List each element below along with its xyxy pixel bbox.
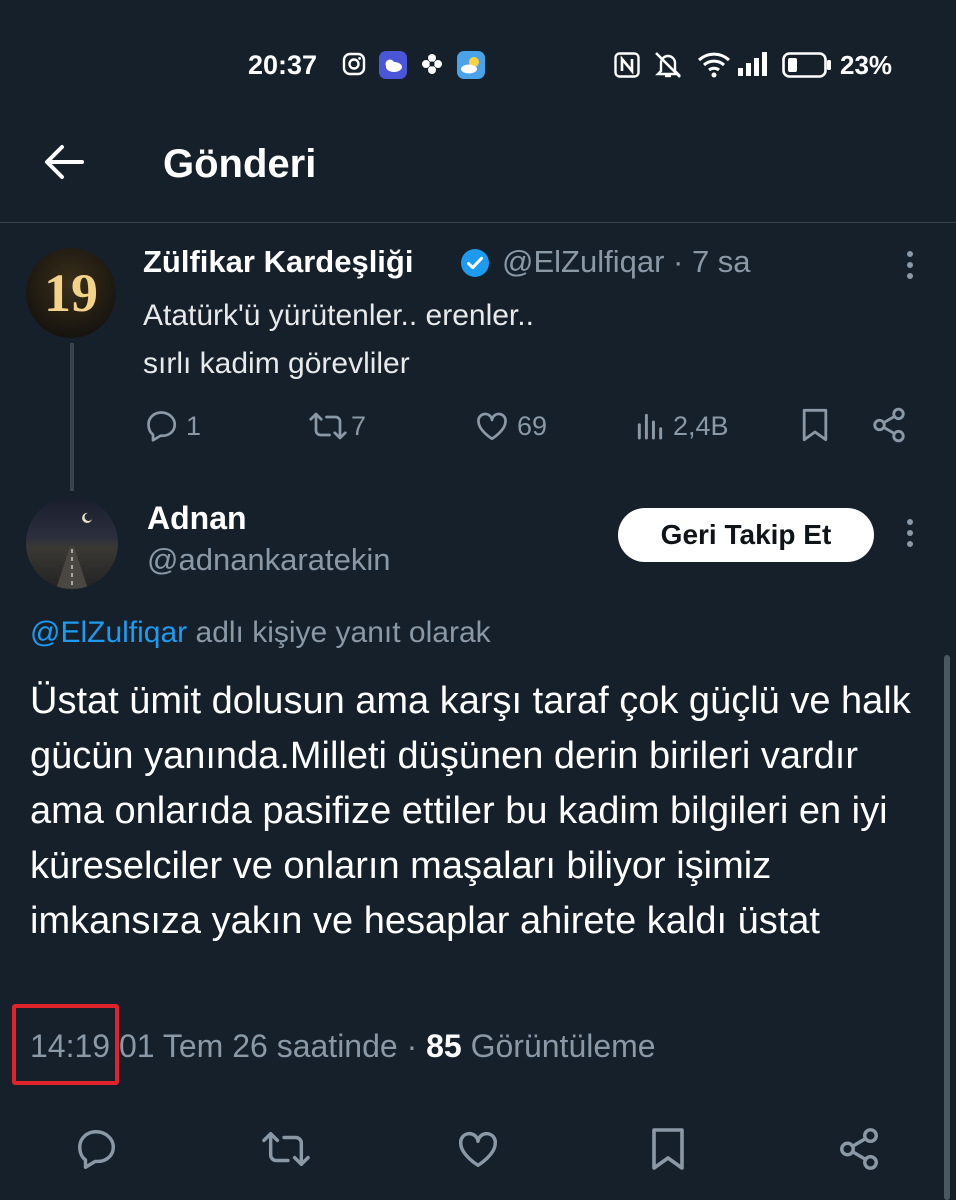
signal-icon xyxy=(737,52,769,76)
views-action[interactable] xyxy=(634,410,666,442)
reply-count: 1 xyxy=(186,411,202,441)
status-time: 20:37 xyxy=(248,50,318,80)
views-count: 2,4B xyxy=(673,411,729,441)
bookmark-icon xyxy=(652,1128,684,1170)
view-count: 85 xyxy=(426,1028,462,1064)
page-title: Gönderi xyxy=(163,142,317,186)
road-night-icon xyxy=(56,512,92,589)
heart-icon xyxy=(459,1131,497,1168)
back-button[interactable] xyxy=(42,140,86,184)
reply-context: @ElZulfiqar adlı kişiye yanıt olarak xyxy=(30,613,491,653)
like-count: 69 xyxy=(517,411,548,441)
share-action[interactable] xyxy=(870,406,908,444)
author-handle: @adnankaratekin xyxy=(147,542,391,577)
tweet-text-line: Atatürk'ü yürütenler.. erenler.. xyxy=(143,299,534,332)
reply-button[interactable] xyxy=(74,1126,120,1172)
instagram-icon xyxy=(342,52,366,76)
bookmark-button[interactable] xyxy=(646,1124,690,1174)
author-name[interactable]: Adnan xyxy=(147,498,247,538)
mention-link[interactable]: @ElZulfiqar xyxy=(30,616,187,649)
author-name[interactable]: Zülfikar Kardeşliği xyxy=(143,242,413,282)
retweet-action[interactable] xyxy=(308,408,348,444)
bookmark-action[interactable] xyxy=(798,406,832,444)
header-divider xyxy=(0,222,956,223)
follow-back-button[interactable]: Geri Takip Et xyxy=(618,508,874,562)
weather-app-icon xyxy=(379,51,407,79)
avatar-text: 19 xyxy=(44,263,98,323)
share-icon xyxy=(873,407,905,443)
wifi-icon xyxy=(697,50,731,78)
tweet-date: 01 Tem 26 saatinde · xyxy=(110,1028,427,1064)
avatar[interactable]: 19 xyxy=(26,248,116,338)
reply-context-text: adlı kişiye yanıt olarak xyxy=(187,616,491,649)
arrow-left-icon xyxy=(45,145,84,179)
like-button[interactable] xyxy=(455,1126,501,1172)
retweet-button[interactable] xyxy=(260,1126,312,1172)
battery-icon xyxy=(782,52,832,78)
mute-icon xyxy=(652,50,684,80)
tweet-text-line: sırlı kadim görevliler xyxy=(143,347,410,380)
reply-icon xyxy=(78,1130,116,1169)
views-chart-icon xyxy=(637,413,663,440)
weather-icon xyxy=(457,51,485,79)
like-action[interactable] xyxy=(474,408,510,444)
retweet-icon xyxy=(262,1131,310,1167)
retweet-icon xyxy=(309,412,347,440)
nfc-icon xyxy=(614,52,640,78)
retweet-count: 7 xyxy=(351,411,367,441)
tweet-body: Üstat ümit dolusun ama karşı taraf çok g… xyxy=(30,680,911,942)
pinwheel-icon xyxy=(420,52,444,76)
heart-icon xyxy=(477,412,507,441)
more-options-icon[interactable] xyxy=(898,248,922,282)
battery-percent: 23% xyxy=(840,50,893,80)
tweet-meta: 14:19 01 Tem 26 saatinde · 85 Görüntülem… xyxy=(30,1026,656,1066)
scrollbar[interactable] xyxy=(944,655,950,1200)
share-button[interactable] xyxy=(836,1126,882,1172)
avatar[interactable] xyxy=(26,497,118,589)
thread-line xyxy=(70,343,74,491)
bookmark-icon xyxy=(802,408,828,442)
reply-icon xyxy=(147,411,177,442)
view-label: Görüntüleme xyxy=(461,1028,656,1064)
share-icon xyxy=(840,1128,878,1170)
handle-time: @ElZulfiqar · 7 sa xyxy=(502,244,751,279)
verified-badge-icon xyxy=(460,248,490,278)
highlight-box xyxy=(12,1004,119,1085)
reply-action[interactable] xyxy=(144,408,180,444)
more-options-icon[interactable] xyxy=(898,516,922,550)
tweet-text: Atatürk'ü yürütenler.. erenler.. sırlı k… xyxy=(143,292,534,388)
